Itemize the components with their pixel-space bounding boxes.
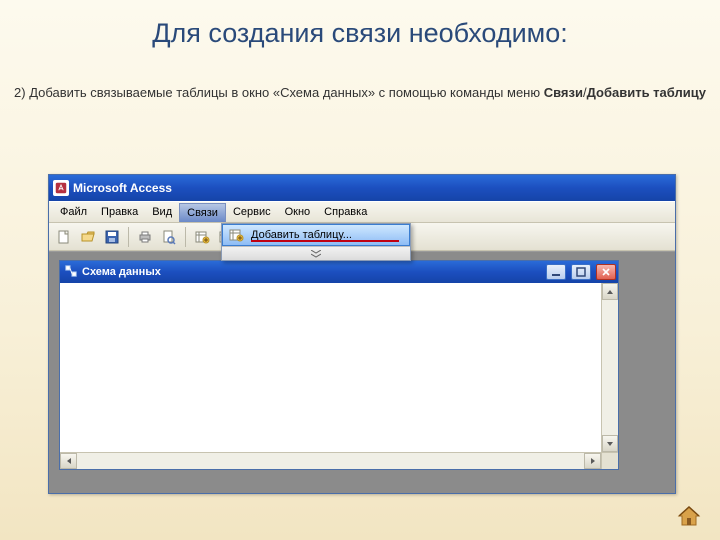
open-button[interactable] <box>77 226 99 248</box>
menu-view[interactable]: Вид <box>145 202 179 222</box>
schema-titlebar: Схема данных <box>60 261 618 283</box>
sub-text: 2) Добавить связываемые таблицы в окно «… <box>14 85 544 100</box>
access-window: Microsoft Access Файл Правка Вид Связи С… <box>48 174 676 494</box>
app-titlebar: Microsoft Access <box>49 175 675 201</box>
schema-minimize-button[interactable] <box>546 264 566 280</box>
add-table-button[interactable] <box>191 226 213 248</box>
menu-file[interactable]: Файл <box>53 202 94 222</box>
schema-title-text: Схема данных <box>82 266 161 278</box>
toolbar-sep-2 <box>185 227 186 247</box>
dropdown-expand[interactable] <box>222 246 410 260</box>
sub-bold-1: Связи <box>544 85 583 100</box>
menubar: Файл Правка Вид Связи Сервис Окно Справк… <box>49 201 675 223</box>
toolbar-sep-1 <box>128 227 129 247</box>
slide-subheading: 2) Добавить связываемые таблицы в окно «… <box>0 84 720 103</box>
schema-scroll-h[interactable] <box>60 452 601 469</box>
scroll-down[interactable] <box>602 435 618 452</box>
schema-canvas[interactable] <box>60 283 601 469</box>
home-icon[interactable] <box>676 504 702 528</box>
scroll-right[interactable] <box>584 453 601 469</box>
scroll-h-track[interactable] <box>77 453 584 469</box>
print-button[interactable] <box>134 226 156 248</box>
add-table-icon <box>227 226 245 244</box>
highlight-underline <box>251 240 399 242</box>
dropdown-add-table[interactable]: Добавить таблицу... <box>222 224 410 246</box>
preview-button[interactable] <box>158 226 180 248</box>
menu-relations[interactable]: Связи <box>179 203 226 222</box>
scroll-v-track[interactable] <box>602 300 618 435</box>
schema-maximize-button[interactable] <box>571 264 591 280</box>
schema-close-button[interactable] <box>596 264 616 280</box>
menu-edit[interactable]: Правка <box>94 202 145 222</box>
scroll-up[interactable] <box>602 283 618 300</box>
relations-dropdown: Добавить таблицу... <box>221 223 411 261</box>
new-button[interactable] <box>53 226 75 248</box>
slide-heading: Для создания связи необходимо: <box>0 0 720 49</box>
workspace: Схема данных <box>49 251 675 493</box>
schema-size-grip[interactable] <box>601 452 618 469</box>
app-title: Microsoft Access <box>73 181 172 195</box>
menu-window[interactable]: Окно <box>278 202 318 222</box>
menu-service[interactable]: Сервис <box>226 202 278 222</box>
menu-help[interactable]: Справка <box>317 202 374 222</box>
schema-scroll-v[interactable] <box>601 283 618 452</box>
schema-window-icon <box>64 264 78 281</box>
save-button[interactable] <box>101 226 123 248</box>
sub-bold-2: Добавить таблицу <box>587 85 706 100</box>
access-app-icon <box>53 180 69 196</box>
schema-window: Схема данных <box>59 260 619 470</box>
scroll-left[interactable] <box>60 453 77 469</box>
